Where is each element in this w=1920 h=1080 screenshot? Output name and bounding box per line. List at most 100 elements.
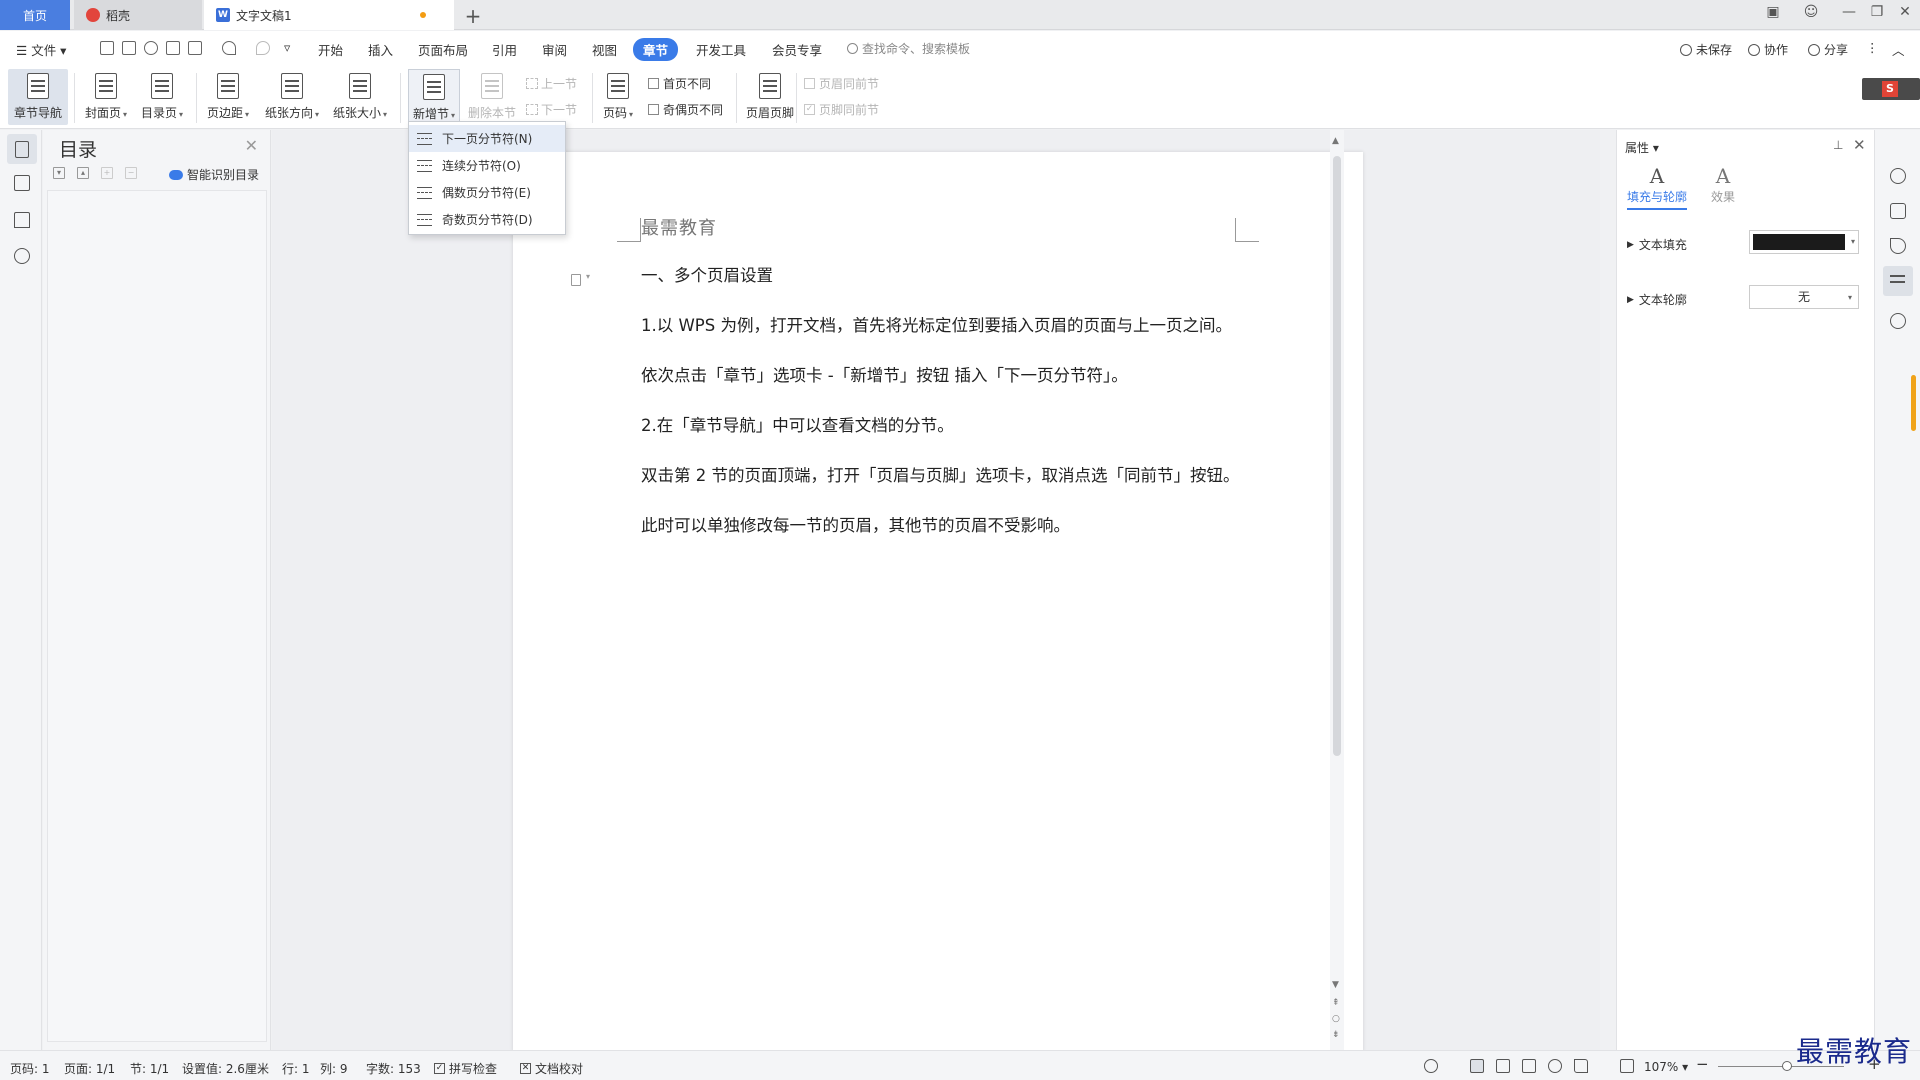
status-row[interactable]: 行: 1 (282, 1060, 310, 1077)
smart-toc-button[interactable]: 智能识别目录 (169, 166, 259, 183)
text-fill-row[interactable]: ▶ 文本填充 (1627, 236, 1687, 253)
new-tab-button[interactable]: + (462, 4, 484, 28)
tab-document[interactable]: W 文字文稿1 (204, 0, 454, 30)
zoom-slider-thumb[interactable] (1782, 1061, 1792, 1071)
next-page-icon[interactable]: ⇟ (1332, 1030, 1340, 1040)
page-number-button[interactable]: 页码 ▾ (598, 69, 638, 125)
toc-page-button[interactable]: 目录页 ▾ (136, 69, 188, 125)
footer-same-prev-checkbox[interactable]: ✓ 页脚同前节 (804, 101, 879, 118)
rail-scroll-indicator[interactable] (1911, 375, 1916, 431)
extension-badge[interactable]: S (1862, 78, 1920, 100)
tab-home[interactable]: 首页 (0, 0, 70, 30)
page-header-text[interactable]: 最需教育 (641, 214, 717, 240)
collab-button[interactable]: 协作 (1748, 41, 1788, 58)
collapse-icon[interactable]: ▴ (77, 167, 89, 179)
vertical-scrollbar[interactable]: ▲ ▼ ⇞ ○ ⇟ (1330, 130, 1344, 1050)
status-words[interactable]: 字数: 153 (366, 1060, 421, 1077)
command-search[interactable]: 查找命令、搜索模板 (847, 40, 970, 57)
save-icon[interactable] (122, 41, 136, 55)
odd-even-different-checkbox[interactable]: 奇偶页不同 (648, 101, 723, 118)
prev-page-icon[interactable]: ⇞ (1332, 998, 1340, 1008)
quick-access-more-icon[interactable]: ▿ (284, 40, 290, 55)
cover-page-button[interactable]: 封面页 ▾ (80, 69, 132, 125)
reading-view-icon[interactable] (1522, 1059, 1536, 1073)
paragraph-handle-icon[interactable] (571, 274, 581, 286)
select-pointer-icon[interactable] (1890, 238, 1906, 254)
menu-insert[interactable]: 插入 (368, 40, 393, 59)
page-view-icon[interactable] (1470, 1059, 1484, 1073)
eye-protection-icon[interactable] (1424, 1059, 1438, 1073)
orientation-button[interactable]: 纸张方向 ▾ (262, 69, 322, 125)
window-layout-icon[interactable]: ▣ (1760, 4, 1786, 20)
prev-section-button[interactable]: 上一节 (526, 75, 577, 92)
tab-fill-outline[interactable]: A 填充与轮廓 (1627, 164, 1687, 210)
restore-button[interactable]: ❐ (1864, 4, 1890, 20)
menu-view[interactable]: 视图 (592, 40, 617, 59)
collapse-ribbon-icon[interactable]: ︿ (1892, 40, 1905, 59)
menu-page-layout[interactable]: 页面布局 (418, 40, 468, 59)
next-page-break-item[interactable]: 下一页分节符(N) (409, 125, 565, 152)
toc-panel-icon[interactable] (7, 134, 37, 164)
menu-developer[interactable]: 开发工具 (696, 40, 746, 59)
header-same-prev-checkbox[interactable]: 页眉同前节 (804, 75, 879, 92)
toc-list[interactable] (47, 190, 267, 1042)
scroll-down-icon[interactable]: ▼ (1332, 980, 1339, 990)
web-view-icon[interactable] (1548, 1059, 1562, 1073)
status-section[interactable]: 节: 1/1 (130, 1060, 169, 1077)
menu-member[interactable]: 会员专享 (772, 40, 822, 59)
scrollbar-thumb[interactable] (1333, 156, 1341, 756)
file-menu[interactable]: ☰ 文件 ▾ (16, 40, 66, 59)
doc-paragraph[interactable]: 1.以 WPS 为例，打开文档，首先将光标定位到要插入页眉的页面与上一页之间。 (641, 312, 1232, 336)
margins-button[interactable]: 页边距 ▾ (202, 69, 254, 125)
remove-item-icon[interactable]: − (125, 167, 137, 179)
new-doc-icon[interactable] (100, 41, 114, 55)
add-item-icon[interactable]: + (101, 167, 113, 179)
chapter-icon[interactable] (14, 175, 30, 191)
share-button[interactable]: 分享 (1808, 41, 1848, 58)
minimize-button[interactable]: — (1836, 4, 1862, 20)
properties-settings-icon[interactable] (1883, 266, 1913, 296)
zoom-out-button[interactable]: − (1696, 1055, 1709, 1073)
doc-paragraph[interactable]: 此时可以单独修改每一节的页眉，其他节的页眉不受影响。 (641, 512, 1070, 536)
spellcheck-toggle[interactable]: ✓ 拼写检查 (434, 1060, 497, 1077)
status-page[interactable]: 页面: 1/1 (64, 1060, 115, 1077)
pen-icon[interactable] (1890, 203, 1906, 219)
unsaved-status[interactable]: 未保存 (1680, 41, 1732, 58)
header-footer-button[interactable]: 页眉页脚 (742, 69, 798, 125)
doc-heading[interactable]: 一、多个页眉设置 (641, 262, 773, 286)
doc-paragraph[interactable]: 依次点击「章节」选项卡 -「新增节」按钮 插入「下一页分节符」。 (641, 362, 1128, 386)
format-painter-icon[interactable] (144, 41, 158, 55)
continuous-break-item[interactable]: 连续分节符(O) (409, 152, 565, 179)
close-icon[interactable]: ✕ (1853, 136, 1866, 154)
avatar[interactable]: ☺ (1798, 4, 1824, 20)
odd-page-break-item[interactable]: 奇数页分节符(D) (409, 206, 565, 233)
zoom-level[interactable]: 107% ▾ (1644, 1060, 1688, 1074)
text-fill-color-picker[interactable]: ▾ (1749, 230, 1859, 254)
print-icon[interactable] (166, 41, 180, 55)
menu-chapter[interactable]: 章节 (633, 38, 679, 61)
status-page-code[interactable]: 页码: 1 (10, 1060, 50, 1077)
close-icon[interactable]: ✕ (245, 136, 258, 155)
scroll-up-icon[interactable]: ▲ (1332, 136, 1339, 146)
first-page-different-checkbox[interactable]: 首页不同 (648, 75, 711, 92)
menu-review[interactable]: 审阅 (542, 40, 567, 59)
doc-paragraph[interactable]: 双击第 2 节的页面顶端，打开「页眉与页脚」选项卡，取消点选「同前节」按钮。 (641, 462, 1240, 486)
pin-icon[interactable]: ⊥ (1833, 138, 1843, 152)
print-preview-icon[interactable] (188, 41, 202, 55)
find-icon[interactable] (14, 248, 30, 264)
chapter-nav-button[interactable]: 章节导航 (8, 69, 68, 125)
bookmark-icon[interactable] (14, 212, 30, 228)
proofread-button[interactable]: ✕ 文档校对 (520, 1060, 583, 1077)
tab-docer[interactable]: 稻壳 (74, 0, 202, 30)
outline-view-icon[interactable] (1496, 1059, 1510, 1073)
style-icon[interactable] (1890, 168, 1906, 184)
menu-start[interactable]: 开始 (318, 40, 343, 59)
more-options-icon[interactable]: ⋮ (1866, 40, 1879, 55)
paper-size-button[interactable]: 纸张大小 ▾ (330, 69, 390, 125)
new-section-button[interactable]: 新增节 ▾ (408, 69, 460, 125)
delete-section-button[interactable]: 删除本节 (464, 69, 520, 125)
document-page[interactable]: 最需教育 ▾ 一、多个页眉设置 1.以 WPS 为例，打开文档，首先将光标定位到… (513, 152, 1363, 1052)
even-page-break-item[interactable]: 偶数页分节符(E) (409, 179, 565, 206)
text-outline-select[interactable]: 无 ▾ (1749, 285, 1859, 309)
properties-title[interactable]: 属性 ▾ (1625, 139, 1659, 156)
